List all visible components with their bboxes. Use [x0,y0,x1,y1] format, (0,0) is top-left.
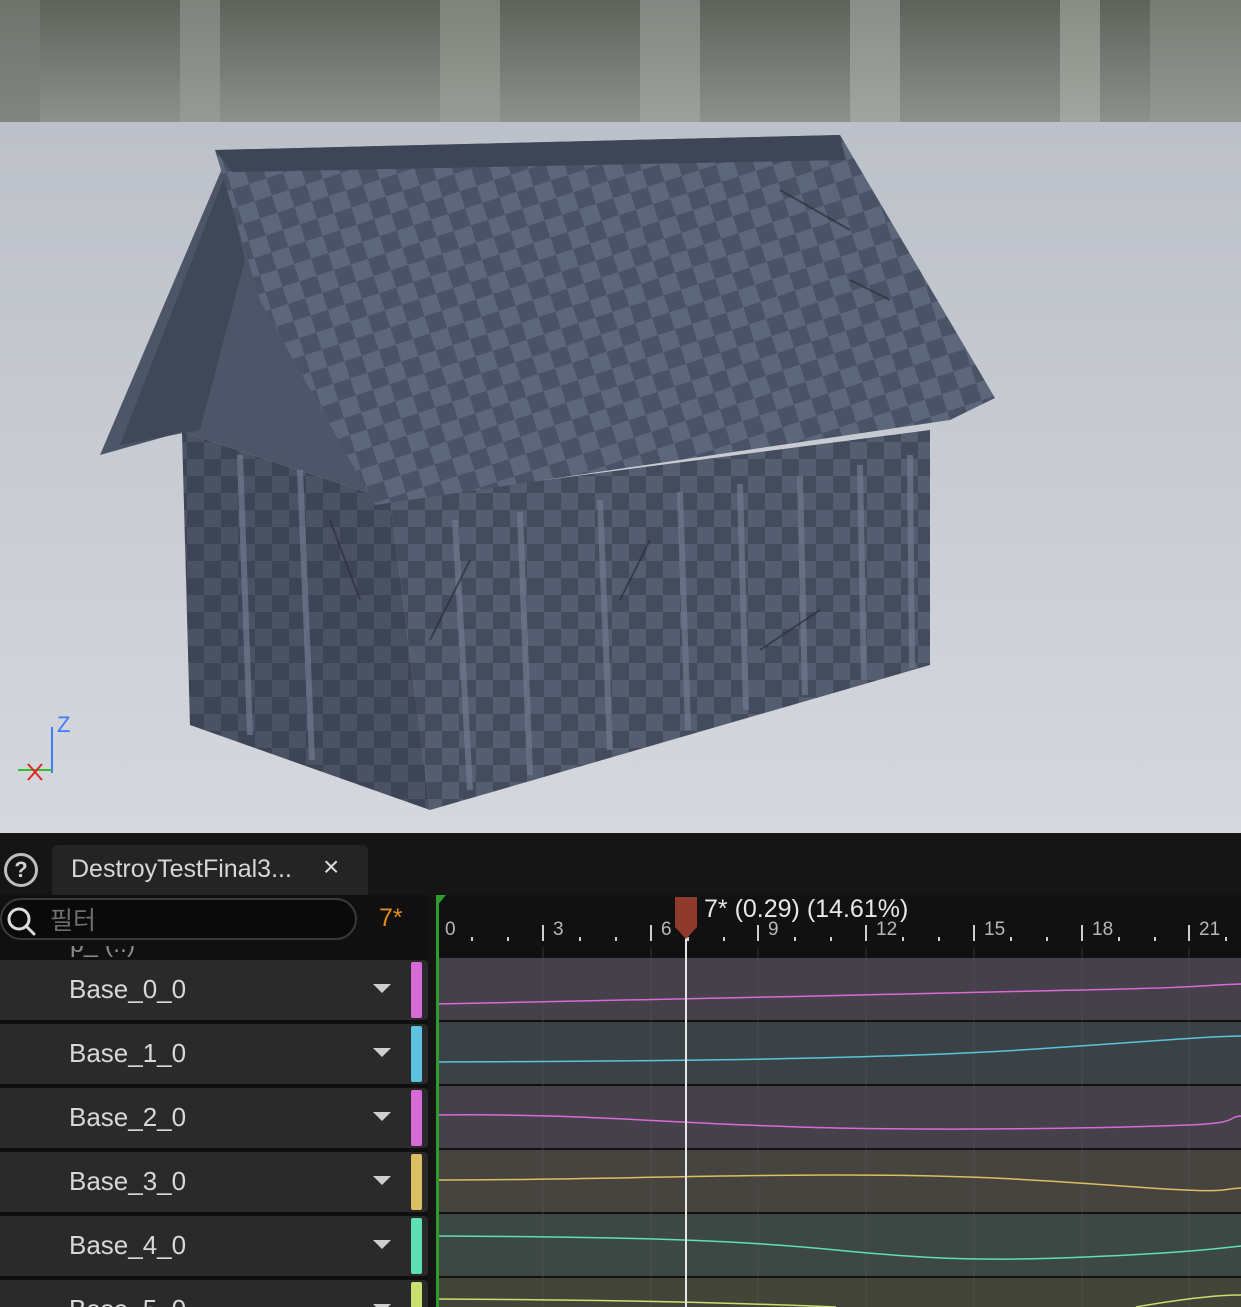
chevron-down-icon[interactable] [373,984,391,993]
asset-tab[interactable]: DestroyTestFinal3... × [52,845,368,895]
clipped-row: p_ (..) [0,946,428,958]
track-row-base-4-0[interactable]: Base_4_0 [0,1216,428,1276]
asset-tab-title: DestroyTestFinal3... [71,855,292,883]
track-row-base-2-0[interactable]: Base_2_0 [0,1088,428,1148]
chevron-down-icon[interactable] [373,1176,391,1185]
track-row-base-5-0[interactable]: Base_5_0 [0,1280,428,1307]
timeline[interactable]: 0 3 6 9 12 15 18 21 7* (0.29) (14.61%) [436,895,1241,1307]
track-list: 7* p_ (..) Base_0_0 Base_1_0 Base_2_0 Ba… [0,895,428,1307]
sequencer-panel: ? DestroyTestFinal3... × 7* p_ (..) Base… [0,833,1241,1307]
search-icon [7,907,36,936]
filter-box[interactable] [0,898,357,940]
track-color-swatch [411,1026,422,1082]
track-color-swatch [411,1154,422,1210]
tick-label: 21 [1199,919,1221,940]
track-color-swatch [411,1218,422,1274]
tick-label: 3 [553,919,564,940]
track-label: Base_4_0 [69,1230,187,1260]
chevron-down-icon[interactable] [373,1240,391,1249]
playhead-handle[interactable] [675,897,697,939]
chevron-down-icon[interactable] [373,1048,391,1057]
chevron-down-icon[interactable] [373,1112,391,1121]
track-label: Base_3_0 [69,1166,187,1196]
close-icon[interactable]: × [323,851,339,883]
playhead-readout: 7* (0.29) (14.61%) [704,895,909,923]
axis-z-label: Z [57,712,71,737]
track-row-base-0-0[interactable]: Base_0_0 [0,960,428,1020]
frame-count: 7* [379,904,403,932]
track-label: Base_0_0 [69,974,187,1004]
tick-label: 6 [661,919,672,940]
track-label: Base_5_0 [69,1294,186,1307]
tick-label: 18 [1092,919,1114,940]
tick-label: 15 [984,919,1006,940]
help-button[interactable]: ? [4,853,38,887]
tab-bar: ? DestroyTestFinal3... × [0,833,1241,895]
track-color-swatch [411,962,422,1018]
3d-viewport[interactable]: Z [0,0,1241,833]
track-label: Base_1_0 [69,1038,187,1068]
viewport-scene [0,0,1241,833]
track-color-swatch [411,1090,422,1146]
track-row-base-1-0[interactable]: Base_1_0 [0,1024,428,1084]
track-row-base-3-0[interactable]: Base_3_0 [0,1152,428,1212]
tick-label: 0 [445,919,456,940]
track-label: Base_2_0 [69,1102,187,1132]
curve-area [436,895,1241,1307]
filter-input[interactable] [50,906,340,934]
track-color-swatch [411,1282,422,1307]
